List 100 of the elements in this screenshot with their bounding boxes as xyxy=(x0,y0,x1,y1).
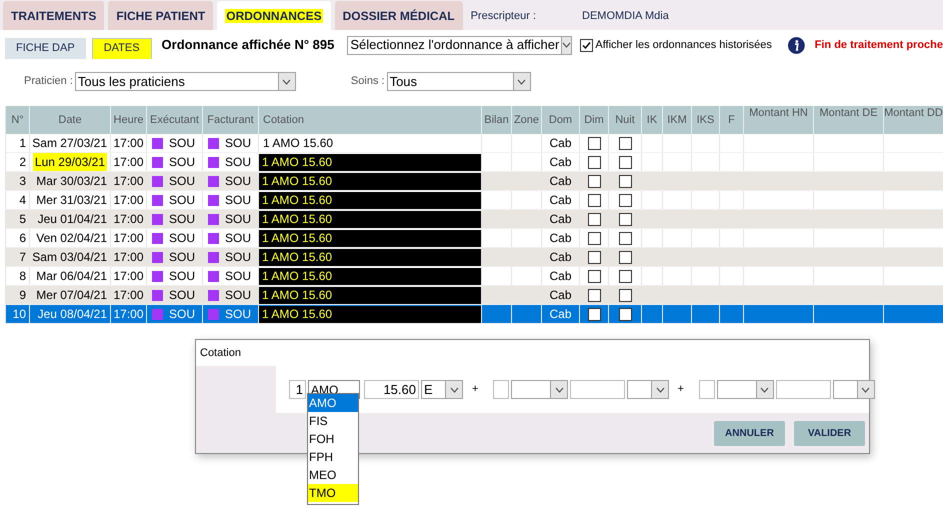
dom-cell-text: Cab xyxy=(549,230,572,247)
practitioner-color-icon xyxy=(152,176,163,186)
filter-select[interactable]: Tous xyxy=(386,72,531,91)
dropdown-option[interactable]: FIS xyxy=(308,412,358,430)
dom-cell-text: Cab xyxy=(549,287,572,304)
column-header: Dim xyxy=(584,112,604,128)
date-cell-text: Sam 27/03/21 xyxy=(32,135,107,152)
checkbox[interactable] xyxy=(588,136,600,150)
practitioner-color-icon xyxy=(152,270,163,282)
dropdown-option[interactable]: AMO xyxy=(308,394,358,412)
table-row[interactable]: 6 Ven 02/04/21 17:00 SOU SOU 1 AMO 15.60 Cab xyxy=(6,229,943,248)
table-row[interactable]: 10 Jeu 08/04/21 17:00 SOU SOU 1 AMO 15.60 Cab xyxy=(6,305,943,324)
checkbox[interactable] xyxy=(588,212,600,226)
executant-cell-text: SOU xyxy=(169,192,196,209)
checkbox[interactable] xyxy=(588,156,600,168)
facturant-cell-text: SOU xyxy=(225,192,252,209)
cotation-cell: 1 AMO 15.60 xyxy=(259,268,481,284)
dropdown-option[interactable]: MEO xyxy=(308,466,358,484)
date-cell-text: Mer 07/04/21 xyxy=(36,287,107,304)
table-row[interactable]: 5 Jeu 01/04/21 17:00 SOU SOU 1 AMO 15.60 Cab xyxy=(6,210,943,229)
checkbox[interactable] xyxy=(618,288,632,302)
dropdown-option[interactable]: FOH xyxy=(308,430,358,448)
checkbox[interactable] xyxy=(618,156,632,168)
input-field[interactable] xyxy=(698,380,715,399)
dropdown-option[interactable]: FPH xyxy=(308,448,358,466)
practitioner-color-icon xyxy=(152,138,163,148)
top-tab[interactable]: FICHE PATIENT xyxy=(108,1,214,30)
prescripteur-value: DEMOMDIA Mdia xyxy=(582,8,669,24)
checkbox[interactable] xyxy=(618,232,632,244)
top-tab[interactable]: DOSSIER MÉDICAL xyxy=(334,1,463,30)
checkbox[interactable] xyxy=(618,136,632,150)
sub-tab[interactable]: DATES xyxy=(92,38,152,58)
input-field[interactable] xyxy=(493,380,510,399)
facturant-cell-text: SOU xyxy=(225,211,252,228)
practitioner-color-icon xyxy=(208,156,219,168)
checkbox[interactable] xyxy=(618,270,632,282)
coefficient-select[interactable]: E xyxy=(421,380,463,399)
cotation-cell: 1 AMO 15.60 xyxy=(259,172,481,190)
ordonnance-select[interactable]: Sélectionnez l'ordonnance à afficher xyxy=(347,36,572,54)
dom-cell-text: Cab xyxy=(549,211,572,228)
checkbox[interactable] xyxy=(588,232,600,244)
plus-sign: + xyxy=(472,382,478,398)
input-field[interactable] xyxy=(570,380,626,399)
table-row[interactable]: 9 Mer 07/04/21 17:00 SOU SOU 1 AMO 15.60 Cab xyxy=(6,286,943,305)
code-select[interactable] xyxy=(511,380,568,399)
table-row[interactable]: 8 Mar 06/04/21 17:00 SOU SOU 1 AMO 15.60 Cab xyxy=(6,267,943,286)
practitioner-color-icon xyxy=(152,252,163,262)
info-icon[interactable] xyxy=(788,36,805,54)
column-header: Nuit xyxy=(615,112,635,128)
column-header: F xyxy=(728,112,735,128)
checkbox[interactable] xyxy=(588,308,600,320)
sub-tab[interactable]: FICHE DAP xyxy=(5,38,86,58)
dialog-button[interactable]: ANNULER xyxy=(714,421,785,446)
filter-select[interactable]: Tous les praticiens xyxy=(74,72,296,91)
dialog-button[interactable]: VALIDER xyxy=(794,421,865,446)
dom-cell-text: Cab xyxy=(549,268,572,285)
row-number: 7 xyxy=(19,249,26,266)
coefficient-select[interactable] xyxy=(832,380,875,399)
checkbox[interactable] xyxy=(588,174,600,188)
table-row[interactable]: 4 Mer 31/03/21 17:00 SOU SOU 1 AMO 15.60 Cab xyxy=(6,191,943,210)
column-header: Zone xyxy=(514,112,540,128)
date-cell: Lun 29/03/21 xyxy=(32,153,107,171)
checkbox[interactable] xyxy=(618,308,632,320)
checkbox[interactable] xyxy=(588,194,600,206)
practitioner-color-icon xyxy=(152,232,163,244)
checkbox[interactable] xyxy=(588,270,600,282)
practitioner-color-icon xyxy=(208,232,219,244)
top-tab[interactable]: ORDONNANCES xyxy=(217,1,331,30)
dropdown-option[interactable]: TMO xyxy=(308,484,358,502)
checkbox[interactable] xyxy=(618,174,632,188)
table-row[interactable]: 7 Sam 03/04/21 17:00 SOU SOU 1 AMO 15.60 Cab xyxy=(6,248,943,267)
input-field[interactable]: 15.60 xyxy=(364,380,419,399)
code-select[interactable] xyxy=(716,380,774,399)
date-cell-text: Jeu 01/04/21 xyxy=(38,211,107,228)
executant-cell-text: SOU xyxy=(169,135,196,152)
top-tab[interactable]: TRAITEMENTS xyxy=(3,1,104,30)
checkbox[interactable] xyxy=(588,288,600,302)
filter-label: Soins : xyxy=(350,74,385,90)
dialog-title: Cotation xyxy=(200,346,241,361)
column-header: Cotation xyxy=(263,112,304,128)
checkbox[interactable] xyxy=(618,212,632,226)
date-cell-text: Ven 02/04/21 xyxy=(36,230,107,247)
cotation-cell: 1 AMO 15.60 xyxy=(259,286,481,304)
row-number: 9 xyxy=(19,287,26,304)
table-row[interactable]: 1 Sam 27/03/21 17:00 SOU SOU 1 AMO 15.60 Cab xyxy=(6,134,943,153)
practitioner-color-icon xyxy=(152,156,163,168)
input-field[interactable] xyxy=(776,380,831,399)
checkbox[interactable] xyxy=(618,194,632,206)
table-row[interactable]: 2 Lun 29/03/21 17:00 SOU SOU 1 AMO 15.60 Cab xyxy=(6,153,943,172)
facturant-cell-text: SOU xyxy=(225,287,252,304)
checkbox[interactable] xyxy=(588,250,600,264)
input-field[interactable]: 1 xyxy=(289,380,306,399)
executant-cell-text: SOU xyxy=(169,306,196,323)
dom-cell-text: Cab xyxy=(549,173,572,190)
coefficient-select[interactable] xyxy=(627,380,670,399)
practitioner-color-icon xyxy=(208,290,219,300)
practitioner-color-icon xyxy=(152,308,163,320)
table-row[interactable]: 3 Mar 30/03/21 17:00 SOU SOU 1 AMO 15.60 Cab xyxy=(6,172,943,191)
history-checkbox[interactable] xyxy=(580,38,594,52)
checkbox[interactable] xyxy=(618,250,632,264)
